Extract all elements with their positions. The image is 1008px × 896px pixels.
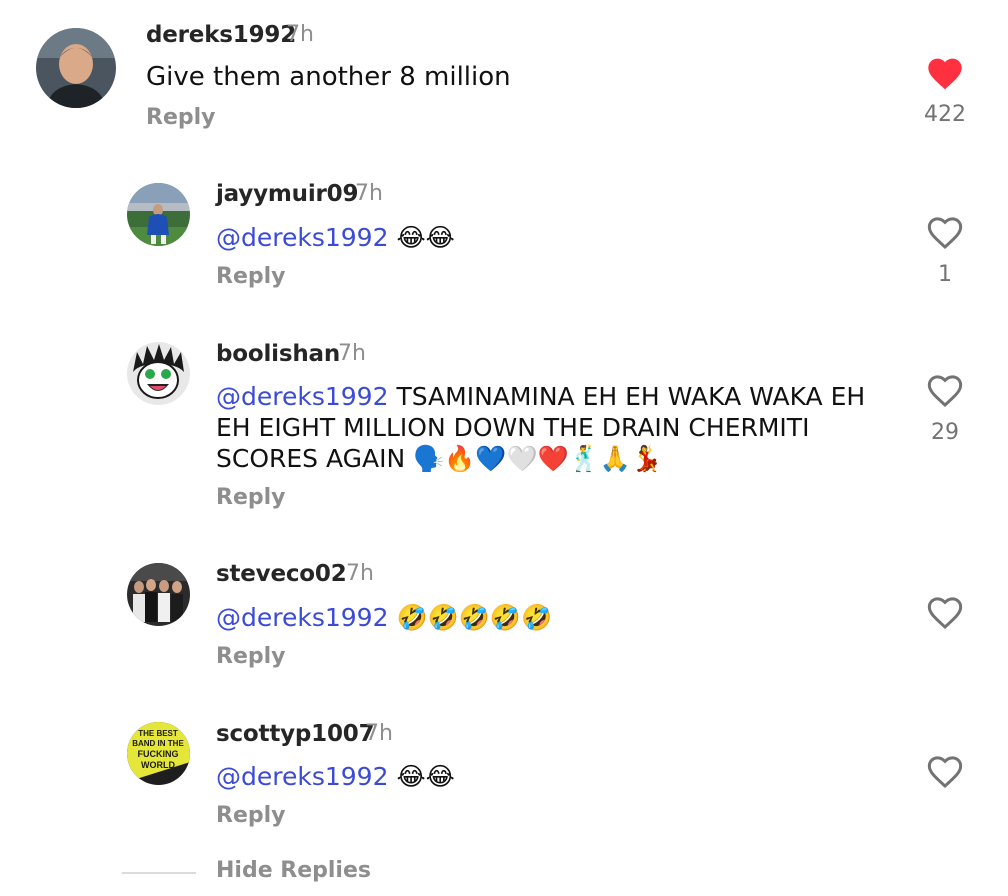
mention-link[interactable]: @dereks1992 (216, 762, 389, 791)
reply-comment-steveco02: steveco02 7h @dereks1992 🤣🤣🤣🤣🤣 Reply (0, 550, 1008, 690)
avatar[interactable] (127, 563, 190, 626)
like-button[interactable] (925, 371, 965, 411)
comment-username[interactable]: dereks1992 (146, 22, 296, 48)
heart-outline-icon (927, 375, 963, 408)
reply-button[interactable]: Reply (216, 803, 286, 828)
like-button[interactable] (925, 593, 965, 633)
reply-button[interactable]: Reply (216, 644, 286, 669)
comment-text: @dereks1992 🤣🤣🤣🤣🤣 (216, 602, 916, 633)
reply-comment-jayymuir09: jayymuir09 7h @dereks1992 😂😂 Reply 1 (0, 170, 1008, 310)
heart-outline-icon (927, 597, 963, 630)
mention-link[interactable]: @dereks1992 (216, 382, 389, 411)
reply-button[interactable]: Reply (216, 485, 286, 510)
like-button[interactable] (925, 54, 965, 94)
comment-timestamp: 7h (286, 22, 314, 47)
reply-button[interactable]: Reply (216, 264, 286, 289)
avatar[interactable] (127, 183, 190, 246)
comment-dereks1992: dereks1992 7h Give them another 8 millio… (0, 0, 1008, 160)
reply-button[interactable]: Reply (146, 105, 216, 130)
comment-timestamp: 7h (338, 341, 366, 366)
comment-text: @dereks1992 😂😂 (216, 761, 916, 792)
like-count: 422 (924, 102, 966, 127)
avatar-badge-line-2: BAND IN THE (132, 739, 184, 748)
avatar-badge-line-3: FUCKING (138, 749, 179, 759)
mention-link[interactable]: @dereks1992 (216, 603, 389, 632)
comment-text: Give them another 8 million (146, 62, 846, 93)
like-count: 29 (931, 420, 959, 445)
comment-timestamp: 7h (365, 721, 393, 746)
like-button[interactable] (925, 752, 965, 792)
avatar[interactable] (127, 342, 190, 405)
comment-timestamp: 7h (346, 561, 374, 586)
comment-text: @dereks1992 TSAMINAMINA EH EH WAKA WAKA … (216, 381, 896, 474)
comment-username[interactable]: jayymuir09 (216, 181, 358, 207)
comment-timestamp: 7h (355, 181, 383, 206)
reply-comment-scottyp1007: THE BEST BAND IN THE FUCKING WORLD scott… (0, 710, 1008, 850)
like-button[interactable] (925, 213, 965, 253)
divider-line (122, 872, 196, 874)
comment-body: 😂😂 (388, 762, 455, 791)
heart-outline-icon (927, 756, 963, 789)
comment-text: @dereks1992 😂😂 (216, 222, 916, 253)
comment-body: 😂😂 (388, 223, 455, 252)
avatar-badge-line-1: THE BEST (138, 729, 178, 738)
avatar-badge-line-4: WORLD (141, 760, 175, 770)
reply-comment-boolishan: boolishan 7h @dereks1992 TSAMINAMINA EH … (0, 330, 1008, 530)
comment-body: 🤣🤣🤣🤣🤣 (388, 603, 553, 632)
heart-filled-icon (928, 58, 962, 90)
avatar[interactable] (36, 28, 116, 108)
like-count: 1 (938, 262, 952, 287)
heart-outline-icon (927, 217, 963, 250)
comment-username[interactable]: boolishan (216, 341, 340, 367)
comment-body: Give them another 8 million (146, 62, 511, 92)
mention-link[interactable]: @dereks1992 (216, 223, 389, 252)
comment-username[interactable]: steveco02 (216, 561, 347, 587)
avatar[interactable]: THE BEST BAND IN THE FUCKING WORLD (127, 722, 190, 785)
comment-username[interactable]: scottyp1007 (216, 721, 375, 747)
hide-replies-button[interactable]: Hide Replies (216, 858, 371, 883)
